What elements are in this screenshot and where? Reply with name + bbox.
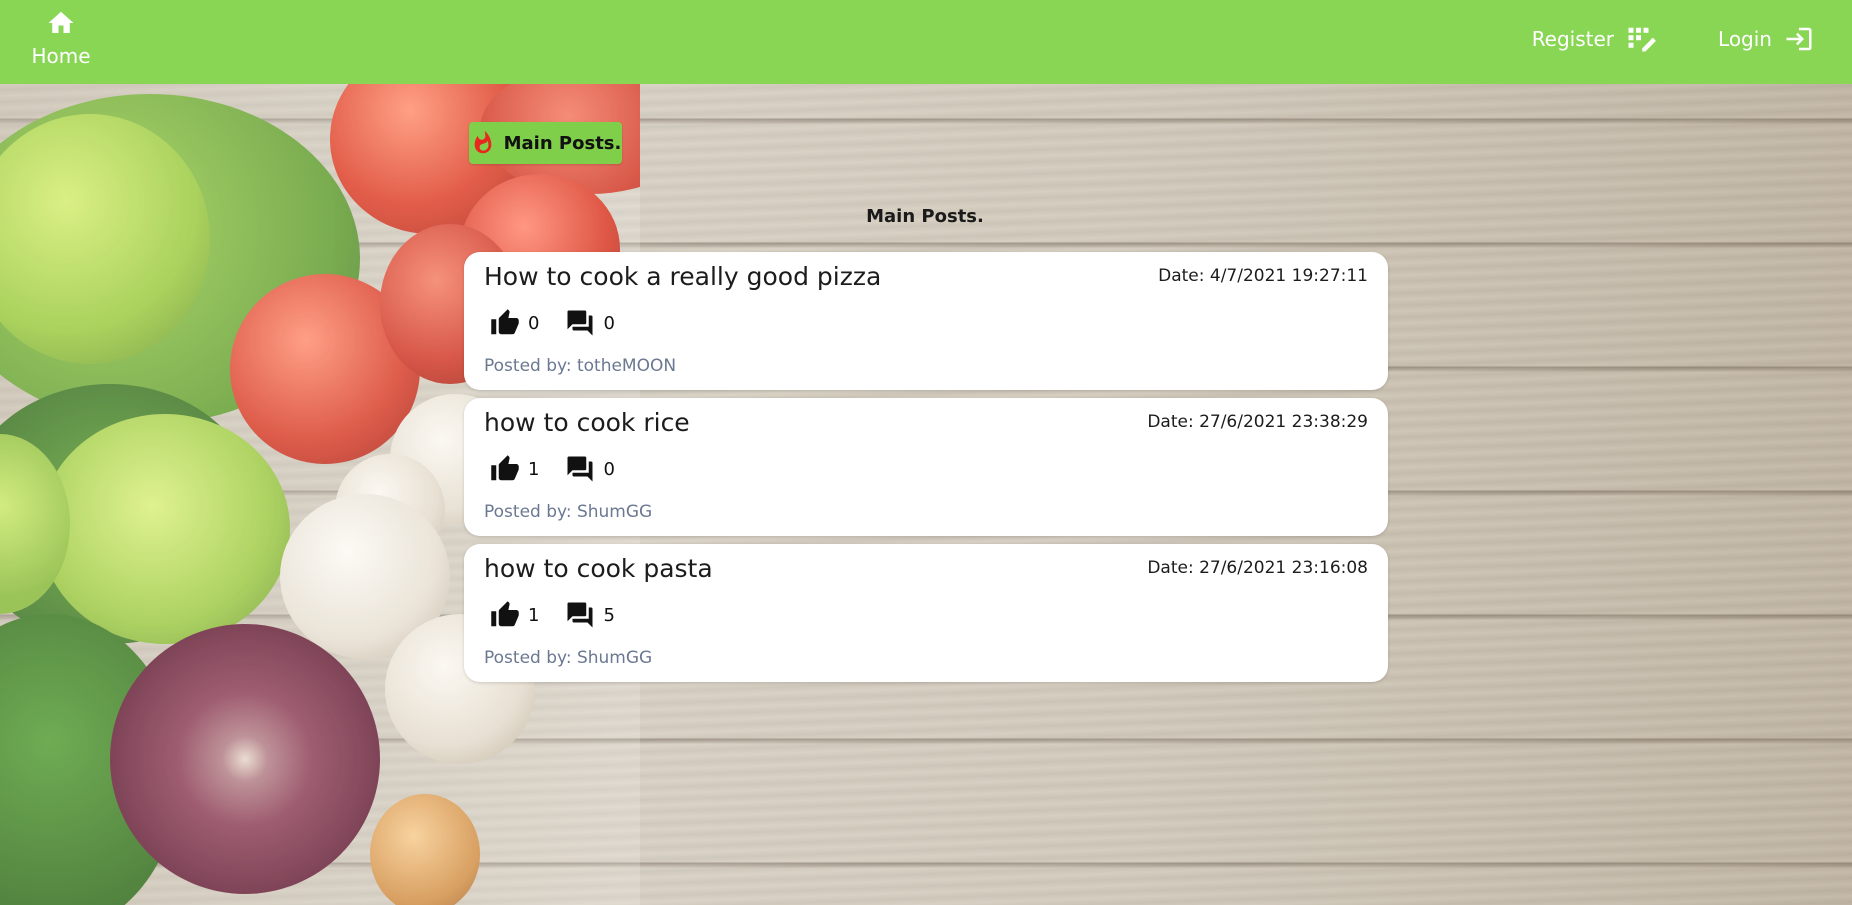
- page-title: Main Posts.: [866, 206, 984, 227]
- post-date: Date: 27/6/2021 23:16:08: [1147, 558, 1368, 578]
- navbar: Home Register Login: [0, 0, 1852, 84]
- post-date: Date: 27/6/2021 23:38:29: [1147, 412, 1368, 432]
- like-button[interactable]: 0: [490, 308, 539, 338]
- home-icon: [48, 11, 74, 33]
- main-posts-tab[interactable]: Main Posts.: [469, 122, 622, 164]
- comment-count: 5: [603, 604, 615, 626]
- comment-count: 0: [603, 312, 615, 334]
- like-count: 1: [528, 458, 540, 480]
- post-card[interactable]: How to cook a really good pizza Date: 4/…: [464, 252, 1388, 390]
- home-link[interactable]: Home: [26, 8, 96, 68]
- comments-icon: [567, 310, 593, 336]
- post-author: Posted by: totheMOON: [484, 356, 677, 376]
- comments-icon: [567, 602, 593, 628]
- comments-icon: [567, 456, 593, 482]
- post-stats: 0 0: [490, 308, 615, 338]
- post-author: Posted by: ShumGG: [484, 502, 653, 522]
- post-card[interactable]: how to cook pasta Date: 27/6/2021 23:16:…: [464, 544, 1388, 682]
- comments-button[interactable]: 0: [565, 454, 615, 484]
- thumbs-up-icon: [491, 309, 519, 335]
- post-title[interactable]: how to cook rice: [484, 408, 690, 437]
- comment-count: 0: [603, 458, 615, 480]
- comments-button[interactable]: 0: [565, 308, 615, 338]
- register-link[interactable]: Register: [1532, 24, 1656, 54]
- post-card[interactable]: how to cook rice Date: 27/6/2021 23:38:2…: [464, 398, 1388, 536]
- register-label: Register: [1531, 27, 1615, 51]
- login-link[interactable]: Login: [1718, 24, 1814, 54]
- nav-right: Register Login: [1532, 24, 1814, 54]
- login-label: Login: [1718, 27, 1772, 51]
- main-posts-tab-label: Main Posts.: [503, 132, 622, 154]
- home-label: Home: [31, 44, 91, 68]
- like-button[interactable]: 1: [490, 600, 539, 630]
- like-count: 0: [528, 312, 540, 334]
- post-stats: 1 5: [490, 600, 615, 630]
- login-icon: [1786, 27, 1812, 51]
- post-stats: 1 0: [490, 454, 615, 484]
- thumbs-up-icon: [491, 455, 519, 481]
- post-title[interactable]: How to cook a really good pizza: [484, 262, 881, 291]
- like-count: 1: [528, 604, 540, 626]
- register-icon: [1628, 27, 1656, 52]
- fire-icon: [474, 130, 491, 154]
- post-author: Posted by: ShumGG: [484, 648, 653, 668]
- comments-button[interactable]: 5: [565, 600, 615, 630]
- post-title[interactable]: how to cook pasta: [484, 554, 713, 583]
- thumbs-up-icon: [491, 601, 519, 627]
- post-date: Date: 4/7/2021 19:27:11: [1158, 266, 1368, 286]
- like-button[interactable]: 1: [490, 454, 539, 484]
